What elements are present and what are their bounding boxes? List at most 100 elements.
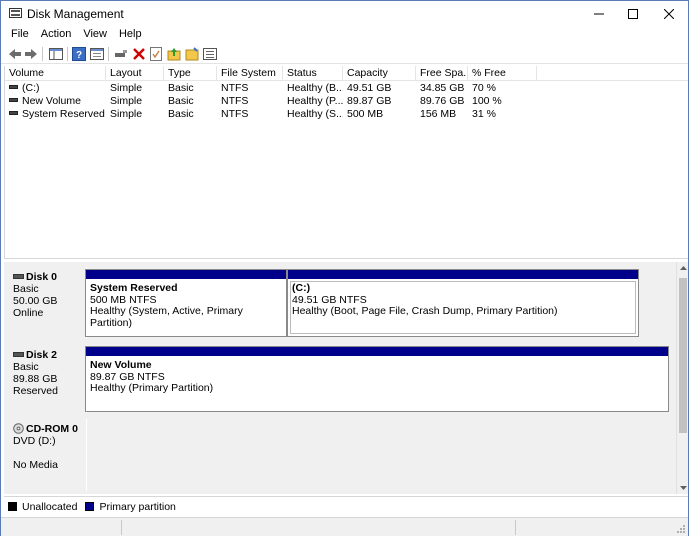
free-space-cell: 156 MB bbox=[420, 108, 457, 120]
disk-state: Reserved bbox=[13, 385, 58, 397]
properties-icon[interactable] bbox=[89, 46, 105, 62]
back-icon[interactable] bbox=[7, 46, 23, 62]
column-header-type[interactable]: Type bbox=[164, 66, 217, 81]
help-icon[interactable]: ? bbox=[71, 46, 87, 62]
maximize-button[interactable] bbox=[615, 1, 651, 26]
folder-open-icon[interactable] bbox=[184, 46, 200, 62]
delete-icon[interactable] bbox=[131, 46, 147, 62]
minimize-button[interactable] bbox=[581, 1, 617, 26]
volume-cell: New Volume bbox=[5, 95, 106, 108]
column-header-file-system[interactable]: File System bbox=[217, 66, 283, 81]
menu-action[interactable]: Action bbox=[35, 26, 78, 44]
legend: Unallocated Primary partition bbox=[4, 496, 688, 516]
type-cell: Basic bbox=[168, 108, 194, 120]
folder-up-icon[interactable] bbox=[166, 46, 182, 62]
primary-partition-bar bbox=[86, 347, 668, 356]
cdrom-name-line: CD-ROM 0 bbox=[13, 422, 86, 435]
layout-cell: Simple bbox=[110, 108, 143, 120]
title-bar: Disk Management bbox=[1, 1, 688, 26]
partition-new-volume[interactable]: New Volume 89.87 GB NTFS Healthy (Primar… bbox=[85, 346, 669, 412]
disk-0-name-line: Disk 0 bbox=[13, 271, 86, 283]
partition-status: Healthy (Boot, Page File, Crash Dump, Pr… bbox=[292, 305, 558, 317]
volume-cell: (C:) bbox=[5, 82, 106, 95]
forward-icon[interactable] bbox=[23, 46, 39, 62]
free-space-cell: 89.76 GB bbox=[420, 95, 465, 107]
disk-management-window: Disk Management File Action View Help ? bbox=[0, 0, 689, 536]
percent-free-cell: 70 % bbox=[472, 82, 496, 94]
status-divider bbox=[121, 520, 122, 535]
disk-size: 50.00 GB bbox=[13, 295, 58, 307]
partition-info: (C:) 49.51 GB NTFS Healthy (Boot, Page F… bbox=[292, 282, 558, 318]
volume-cell: System Reserved bbox=[5, 108, 106, 121]
menu-file[interactable]: File bbox=[5, 26, 35, 44]
disk-name: Disk 2 bbox=[26, 349, 57, 361]
scroll-down-arrow-icon[interactable] bbox=[677, 482, 689, 494]
volume-icon bbox=[9, 98, 18, 103]
partition-name: (C:) bbox=[292, 282, 311, 294]
disk-map-pane: Disk 0 Basic 50.00 GB Online System Rese… bbox=[4, 262, 676, 494]
resize-grip-icon[interactable] bbox=[676, 524, 686, 534]
volume-row[interactable]: New Volume Simple Basic NTFS Healthy (P.… bbox=[5, 95, 688, 108]
primary-partition-bar bbox=[86, 270, 286, 279]
status-cell: Healthy (B... bbox=[287, 82, 343, 94]
check-icon[interactable] bbox=[148, 46, 164, 62]
menu-bar: File Action View Help bbox=[1, 26, 688, 44]
file-system-cell: NTFS bbox=[221, 108, 249, 120]
disk-management-app-icon bbox=[9, 7, 22, 19]
cdrom-0-label[interactable]: CD-ROM 0 DVD (D:) No Media bbox=[7, 419, 87, 491]
volume-name: (C:) bbox=[22, 82, 40, 94]
legend-item-unallocated: Unallocated bbox=[8, 501, 77, 513]
window-title: Disk Management bbox=[27, 7, 124, 21]
disk-name: CD-ROM 0 bbox=[26, 423, 78, 435]
menu-help[interactable]: Help bbox=[113, 26, 148, 44]
column-header-free-space[interactable]: Free Spa... bbox=[416, 66, 468, 81]
capacity-cell: 500 MB bbox=[347, 108, 384, 120]
disk-type: Basic bbox=[13, 283, 39, 295]
console-tree-icon[interactable] bbox=[48, 46, 64, 62]
disk-type: Basic bbox=[13, 361, 39, 373]
svg-text:?: ? bbox=[76, 50, 82, 61]
menu-view[interactable]: View bbox=[77, 26, 113, 44]
volume-name: New Volume bbox=[22, 95, 81, 107]
column-header-status[interactable]: Status bbox=[283, 66, 343, 81]
column-header-capacity[interactable]: Capacity bbox=[343, 66, 416, 81]
partition-c-drive[interactable]: (C:) 49.51 GB NTFS Healthy (Boot, Page F… bbox=[287, 269, 639, 337]
disk-name: Disk 0 bbox=[26, 271, 57, 283]
scrollbar-thumb[interactable] bbox=[679, 278, 687, 433]
disk-size bbox=[13, 447, 86, 459]
status-cell: Healthy (S... bbox=[287, 108, 343, 120]
volume-row[interactable]: (C:) Simple Basic NTFS Healthy (B... 49.… bbox=[5, 82, 688, 95]
disk-0-label[interactable]: Disk 0 Basic 50.00 GB Online bbox=[7, 267, 87, 339]
column-header-volume[interactable]: Volume bbox=[5, 66, 106, 81]
disk-2-label[interactable]: Disk 2 Basic 89.88 GB Reserved bbox=[7, 345, 87, 413]
percent-free-cell: 31 % bbox=[472, 108, 496, 120]
volume-name: System Reserved bbox=[22, 108, 105, 120]
list-view-icon[interactable] bbox=[202, 46, 218, 62]
partition-status: Healthy (Primary Partition) bbox=[90, 382, 214, 394]
volume-list: Volume Layout Type File System Status Ca… bbox=[4, 66, 688, 258]
scroll-up-arrow-icon[interactable] bbox=[677, 262, 689, 274]
status-cell: Healthy (P... bbox=[287, 95, 343, 107]
partition-name: New Volume bbox=[90, 359, 152, 371]
layout-cell: Simple bbox=[110, 95, 143, 107]
disk-state: Online bbox=[13, 307, 44, 319]
column-header-layout[interactable]: Layout bbox=[106, 66, 164, 81]
disk-map-scrollbar[interactable] bbox=[676, 262, 688, 494]
disk-type: DVD (D:) bbox=[13, 435, 56, 447]
toolbar-separator bbox=[108, 47, 109, 61]
toolbar: ? bbox=[1, 44, 688, 64]
volume-row[interactable]: System Reserved Simple Basic NTFS Health… bbox=[5, 108, 688, 121]
cdrom-empty-area[interactable] bbox=[88, 416, 674, 494]
file-system-cell: NTFS bbox=[221, 82, 249, 94]
status-bar bbox=[1, 517, 688, 536]
disk-size: 89.88 GB bbox=[13, 373, 58, 385]
legend-item-primary: Primary partition bbox=[85, 501, 176, 513]
close-button[interactable] bbox=[651, 1, 687, 26]
file-system-cell: NTFS bbox=[221, 95, 249, 107]
volume-icon bbox=[9, 85, 18, 90]
partition-system-reserved[interactable]: System Reserved 500 MB NTFS Healthy (Sys… bbox=[85, 269, 287, 337]
partition-info: System Reserved 500 MB NTFS Healthy (Sys… bbox=[90, 282, 286, 329]
partition-status: Healthy (System, Active, Primary Partiti… bbox=[90, 305, 243, 329]
column-header-percent-free[interactable]: % Free bbox=[468, 66, 537, 81]
connect-icon[interactable] bbox=[113, 46, 129, 62]
